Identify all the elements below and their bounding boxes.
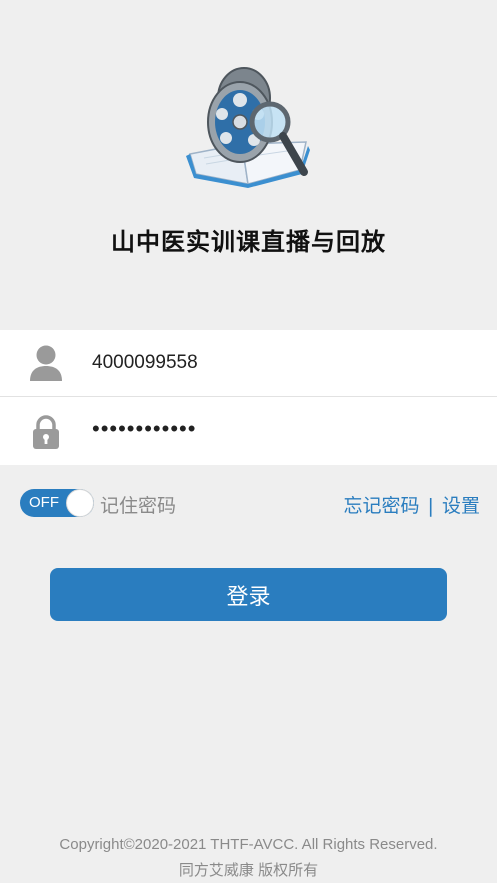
link-separator: | <box>427 495 434 517</box>
username-field[interactable]: 4000099558 <box>0 330 497 397</box>
lock-icon <box>0 398 92 465</box>
password-value[interactable]: •••••••••••• <box>92 416 196 442</box>
username-value[interactable]: 4000099558 <box>92 352 198 374</box>
settings-link[interactable]: 设置 <box>442 495 480 517</box>
password-field[interactable]: •••••••••••• <box>0 398 497 465</box>
company-text: 同方艾威康 版权所有 <box>178 862 319 879</box>
remember-password-label[interactable]: 记住密码 <box>100 491 176 518</box>
film-reel-magnifier-book-icon <box>182 66 316 190</box>
toggle-state-label: OFF <box>29 494 59 511</box>
login-button[interactable]: 登录 <box>50 568 447 621</box>
app-title: 山中医实训课直播与回放 <box>111 228 386 256</box>
login-form: 4000099558 •••••••••••• <box>0 330 497 465</box>
forgot-password-link[interactable]: 忘记密码 <box>343 495 419 517</box>
login-options: OFF 记住密码 忘记密码 | 设置 <box>20 487 480 519</box>
links-group: 忘记密码 | 设置 <box>343 491 480 518</box>
copyright-text: Copyright©2020-2021 THTF-AVCC. All Right… <box>59 836 438 853</box>
remember-password-toggle[interactable]: OFF <box>20 489 94 517</box>
footer: Copyright©2020-2021 THTF-AVCC. All Right… <box>0 832 497 883</box>
user-icon <box>0 330 92 397</box>
toggle-knob <box>66 489 94 517</box>
